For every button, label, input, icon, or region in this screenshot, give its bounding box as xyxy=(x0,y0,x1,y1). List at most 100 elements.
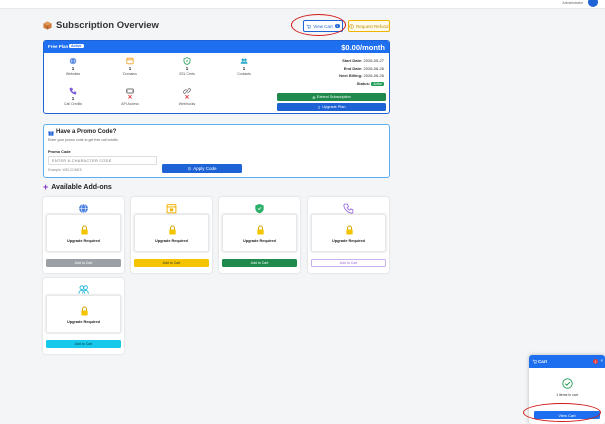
admin-name[interactable]: Administrator xyxy=(562,1,583,5)
addon-card-ssl: Upgrade Required Add to Cart xyxy=(219,197,300,273)
add-to-cart-button[interactable]: Add to Cart xyxy=(46,340,121,348)
feature-value: 1 xyxy=(71,66,75,71)
promo-code-input[interactable] xyxy=(48,156,157,165)
close-icon[interactable]: × xyxy=(600,358,603,363)
feature-label: Call Credits xyxy=(63,102,83,106)
cart-count-badge: 1 xyxy=(334,24,340,28)
calendar-icon xyxy=(166,204,177,214)
cart-icon xyxy=(532,359,537,364)
plus-icon: + xyxy=(43,182,49,192)
feature-call-credits: 1 Call Credits xyxy=(53,87,93,106)
domain-icon xyxy=(126,57,134,65)
upgrade-icon: ⇧ xyxy=(317,105,321,110)
upgrade-required-text: Upgrade Required xyxy=(67,320,100,324)
feature-domains: 1 Domains xyxy=(110,57,150,76)
feature-ssl-certs: 1 SSL Certs xyxy=(167,57,207,76)
contacts-icon xyxy=(240,58,248,64)
api-icon xyxy=(126,88,134,94)
add-to-cart-button[interactable]: Add to Cart xyxy=(134,259,209,267)
lock-icon xyxy=(81,225,88,235)
view-cart-button[interactable]: View Cart 1 xyxy=(303,20,343,32)
upgrade-plan-button[interactable]: ⇧ Upgrade Plan xyxy=(277,103,386,111)
upgrade-overlay: Upgrade Required xyxy=(311,214,386,252)
plan-name: Free Plan xyxy=(48,44,69,49)
globe-icon xyxy=(69,57,77,65)
refund-label: Request Refund xyxy=(355,23,389,29)
status-row: Status: Active xyxy=(304,80,384,89)
add-to-cart-button[interactable]: Add to Cart xyxy=(46,259,121,267)
promo-card: Have a Promo Code? Enter your promo code… xyxy=(43,124,390,178)
top-bar: Administrator xyxy=(0,0,605,9)
plan-price: $0.00/month xyxy=(341,42,385,52)
refund-icon xyxy=(349,23,355,29)
next-billing-row: Next Billing: 2026-06-26 xyxy=(304,72,384,80)
feature-value: 1 xyxy=(71,96,75,101)
add-to-cart-label: Add to Cart xyxy=(339,261,358,265)
feature-label: Webhooks xyxy=(178,102,196,106)
end-date-label: End Date: xyxy=(343,65,363,71)
upgrade-required-text: Upgrade Required xyxy=(67,239,100,243)
check-circle-icon xyxy=(562,378,573,389)
upgrade-overlay: Upgrade Required xyxy=(46,295,121,333)
feature-value: 1 xyxy=(128,66,132,71)
addons-title-text: Available Add-ons xyxy=(51,184,112,191)
feature-value: 1 xyxy=(185,66,189,71)
request-refund-button[interactable]: Request Refund xyxy=(348,20,390,32)
addon-card-calls: Upgrade Required Add to Cart xyxy=(308,197,389,273)
addon-card-websites: Upgrade Required Add to Cart xyxy=(43,197,124,273)
title-row: Subscription Overview View Cart 1 Reques… xyxy=(43,19,390,33)
promo-subtitle: Enter your promo code to get free call c… xyxy=(48,138,118,142)
start-date-label: Start Date: xyxy=(342,58,363,63)
shield-icon xyxy=(183,57,191,65)
next-billing-value: 2026-06-26 xyxy=(363,73,384,78)
cart-popup-header: Cart 1 × xyxy=(529,355,605,368)
cart-icon xyxy=(306,24,312,29)
popup-view-cart-label: View Cart xyxy=(558,412,576,418)
shield-icon xyxy=(255,203,264,214)
not-included-icon: ✕ xyxy=(184,95,190,101)
add-to-cart-button[interactable]: Add to Cart xyxy=(311,259,386,267)
upgrade-overlay: Upgrade Required xyxy=(134,214,209,252)
page-title: Subscription Overview xyxy=(56,20,159,31)
addon-card-domains: Upgrade Required Add to Cart xyxy=(131,197,212,273)
check-circle-icon: ⊙ xyxy=(187,165,192,171)
promo-code-label: Promo Code xyxy=(48,150,71,154)
end-date-row: End Date: 2026-06-26 xyxy=(304,65,384,73)
upgrade-overlay: Upgrade Required xyxy=(46,214,121,252)
apply-code-button[interactable]: ⊙ Apply Code xyxy=(162,164,242,173)
cart-items-count: 1 items in cart xyxy=(556,393,578,397)
end-date-value: 2026-06-26 xyxy=(363,65,384,71)
upgrade-overlay: Upgrade Required xyxy=(222,214,297,252)
add-to-cart-label: Add to Cart xyxy=(250,261,269,265)
apply-label: Apply Code xyxy=(193,166,217,171)
feature-label: Contacts xyxy=(237,72,251,76)
feature-label: SSL Certs xyxy=(179,72,195,76)
cart-popup: Cart 1 × 1 items in cart View Cart xyxy=(529,355,605,424)
cart-popup-badge: 1 xyxy=(593,359,598,364)
plan-active-badge: Active xyxy=(69,44,84,48)
extend-subscription-button[interactable]: ⊕ Extend Subscription xyxy=(277,93,386,101)
popup-view-cart-button[interactable]: View Cart xyxy=(534,411,600,419)
start-date-value: 2026-05-27 xyxy=(363,58,384,63)
feature-value: 1 xyxy=(242,66,246,71)
extend-label: Extend Subscription xyxy=(316,95,351,99)
cart-popup-title: Cart xyxy=(538,359,548,364)
subscription-dates: Start Date: 2026-05-27 End Date: 2026-06… xyxy=(304,57,384,88)
addons-title: + Available Add-ons xyxy=(43,182,112,192)
add-to-cart-button[interactable]: Add to Cart xyxy=(222,259,297,267)
phone-icon xyxy=(69,87,77,95)
feature-label: API Access xyxy=(121,102,139,106)
link-icon xyxy=(183,88,191,94)
promo-example: Example: WELCOME5 xyxy=(48,168,82,172)
not-included-icon: ✕ xyxy=(127,95,133,101)
upgrade-required-text: Upgrade Required xyxy=(332,239,365,243)
lock-icon xyxy=(169,225,176,235)
avatar[interactable] xyxy=(588,0,598,7)
add-to-cart-label: Add to Cart xyxy=(74,342,93,346)
add-to-cart-label: Add to Cart xyxy=(74,261,93,265)
plan-card: Free Plan Active $0.00/month 1 Websites … xyxy=(43,40,390,114)
addon-card-contacts: Upgrade Required Add to Cart xyxy=(43,278,124,354)
add-to-cart-label: Add to Cart xyxy=(162,261,181,265)
feature-contacts: 1 Contacts xyxy=(224,57,264,76)
globe-icon xyxy=(79,203,88,214)
